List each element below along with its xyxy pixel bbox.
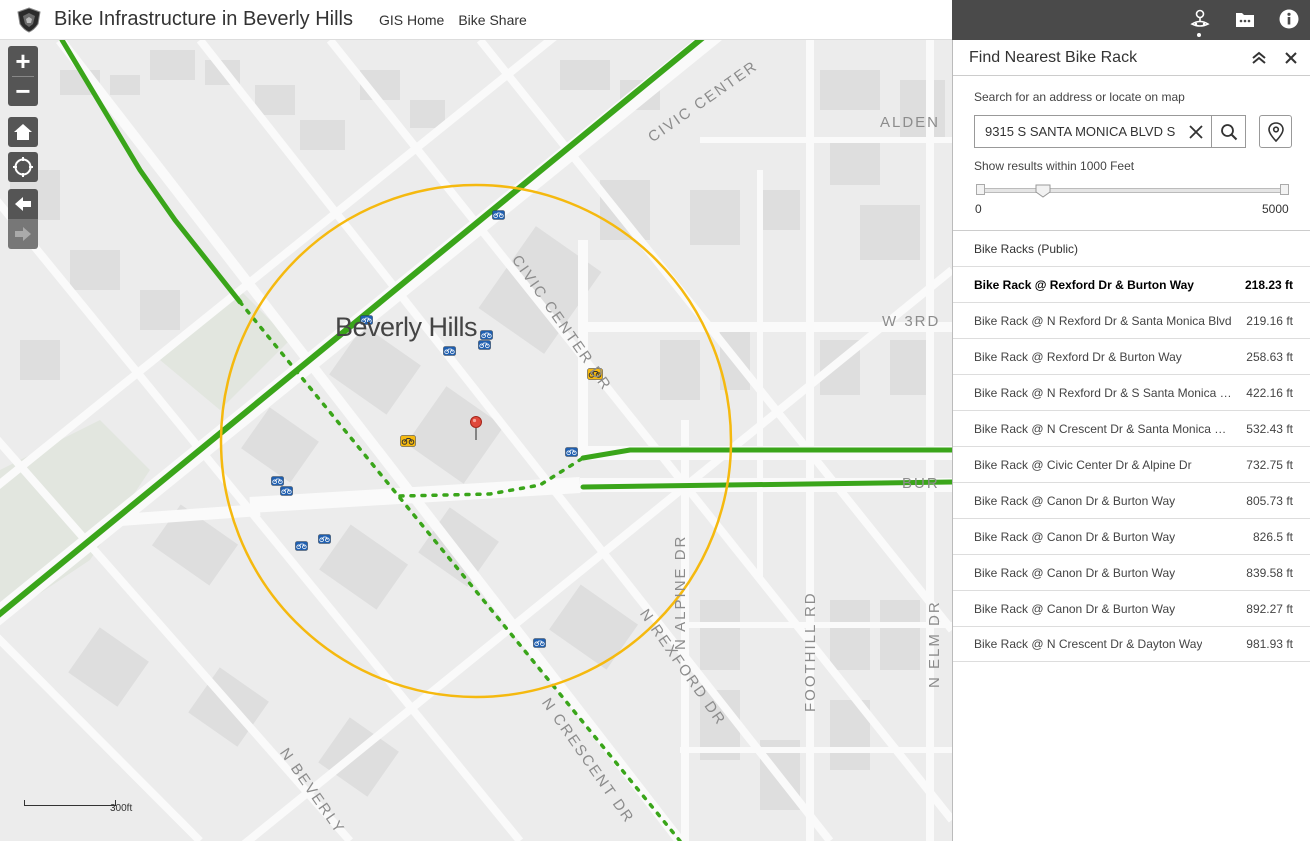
results-list: Bike Rack @ Rexford Dr & Burton Way 218.2… (953, 266, 1310, 662)
result-distance: 981.93 ft (1246, 637, 1293, 651)
search-icon (1220, 123, 1237, 140)
map-view[interactable]: Beverly Hills CIVIC CENTER ALDEN CIVIC C… (0, 40, 952, 841)
crosshair-icon (13, 157, 33, 177)
result-distance: 826.5 ft (1252, 529, 1293, 544)
clear-search-button[interactable] (1181, 116, 1211, 147)
bike-share-station-icon[interactable] (400, 435, 416, 447)
result-name: Bike Rack @ Canon Dr & Burton Way (974, 601, 1176, 616)
panel-title: Find Nearest Bike Rack (969, 48, 1138, 66)
bike-rack-icon[interactable] (532, 637, 546, 649)
search-instruction: Search for an address or locate on map (974, 90, 1185, 104)
result-row[interactable]: Bike Rack @ Canon Dr & Burton Way 826.5 f… (953, 518, 1310, 554)
app-header: Bike Infrastructure in Beverly Hills GIS… (0, 0, 952, 40)
result-name: Bike Rack @ Canon Dr & Burton Way (974, 565, 1176, 580)
slider-right-cap (1280, 184, 1289, 195)
result-name: Bike Rack @ Civic Center Dr & Alpine Dr (974, 457, 1192, 472)
result-distance: 258.63 ft (1246, 349, 1293, 364)
bike-rack-icon[interactable] (317, 533, 331, 545)
info-icon[interactable] (1276, 6, 1302, 32)
street-label-burton: BUR (902, 475, 940, 492)
arrow-right-icon (15, 227, 31, 241)
city-label: Beverly Hills (335, 312, 478, 342)
result-distance: 839.58 ft (1246, 565, 1293, 580)
street-label-n-alpine: N ALPINE DR (672, 534, 689, 650)
more-icon[interactable] (1232, 6, 1258, 32)
home-button[interactable] (8, 117, 38, 147)
arrow-left-icon (15, 197, 31, 211)
result-row[interactable]: Bike Rack @ N Crescent Dr & Dayton Way 98… (953, 626, 1310, 662)
collapse-chevrons-icon[interactable] (1250, 49, 1268, 67)
bike-rack-icon[interactable] (491, 209, 505, 221)
locate-button[interactable] (8, 152, 38, 182)
bike-rack-icon[interactable] (279, 485, 293, 497)
gis-home-link[interactable]: GIS Home (379, 12, 444, 28)
result-name: Bike Rack @ N Crescent Dr & Dayton Way (974, 637, 1203, 651)
next-extent-button[interactable] (8, 219, 38, 249)
result-distance: 805.73 ft (1246, 493, 1293, 508)
result-name: Bike Rack @ N Crescent Dr & Santa Monica… (974, 421, 1232, 436)
distance-slider-track[interactable] (977, 188, 1285, 193)
result-name: Bike Rack @ Canon Dr & Burton Way (974, 529, 1176, 544)
result-row[interactable]: Bike Rack @ Canon Dr & Burton Way 892.27 … (953, 590, 1310, 626)
result-name: Bike Rack @ Canon Dr & Burton Way (974, 493, 1176, 508)
slider-min-label: 0 (975, 202, 982, 216)
zoom-control: + − (8, 46, 38, 106)
bike-rack-icon[interactable] (442, 345, 456, 357)
result-name: Bike Rack @ N Rexford Dr & Santa Monica … (974, 313, 1232, 328)
scale-bar (24, 800, 116, 806)
address-search-input[interactable] (975, 116, 1181, 147)
result-name: Bike Rack @ Rexford Dr & Burton Way (974, 349, 1182, 364)
distance-slider-thumb[interactable] (1035, 184, 1051, 198)
result-row[interactable]: Bike Rack @ Rexford Dr & Burton Way 258.6… (953, 338, 1310, 374)
result-row[interactable]: Bike Rack @ Canon Dr & Burton Way 839.58 … (953, 554, 1310, 590)
results-layer-title: Bike Racks (Public) (953, 230, 1310, 267)
widget-toolbar (952, 0, 1310, 40)
result-name: Bike Rack @ Rexford Dr & Burton Way (974, 277, 1194, 292)
result-row[interactable]: Bike Rack @ Canon Dr & Burton Way 805.73 … (953, 482, 1310, 518)
map-pin-icon (1267, 121, 1284, 142)
result-distance: 532.43 ft (1246, 421, 1293, 436)
bike-rack-icon[interactable] (294, 540, 308, 552)
basemap (0, 40, 952, 841)
slider-left-cap (976, 184, 985, 195)
home-icon (14, 124, 32, 140)
zoom-in-button[interactable]: + (8, 46, 38, 76)
zoom-out-button[interactable]: − (8, 76, 38, 106)
clear-icon (1189, 124, 1203, 139)
panel-header: Find Nearest Bike Rack (953, 40, 1310, 76)
result-row[interactable]: Bike Rack @ Rexford Dr & Burton Way 218.2… (953, 266, 1310, 302)
result-row[interactable]: Bike Rack @ N Rexford Dr & S Santa Monic… (953, 374, 1310, 410)
search-button[interactable] (1211, 116, 1245, 147)
street-label-alden: ALDEN (880, 114, 941, 131)
result-row[interactable]: Bike Rack @ N Rexford Dr & Santa Monica … (953, 302, 1310, 338)
street-label-foothill: FOOTHILL RD (802, 591, 819, 712)
locate-on-map-button[interactable] (1259, 115, 1292, 148)
bike-rack-icon[interactable] (564, 446, 578, 458)
result-distance: 892.27 ft (1246, 601, 1293, 616)
result-distance: 732.75 ft (1246, 457, 1293, 472)
find-bike-rack-panel: Find Nearest Bike Rack Search for an add… (952, 40, 1310, 841)
result-distance: 219.16 ft (1246, 313, 1293, 328)
street-label-n-elm: N ELM DR (926, 600, 943, 688)
close-icon[interactable] (1282, 49, 1300, 67)
slider-max-label: 5000 (1262, 202, 1289, 216)
bike-rack-icon[interactable] (477, 339, 491, 351)
app-title: Bike Infrastructure in Beverly Hills (54, 8, 353, 30)
scale-label: 300ft (110, 803, 133, 814)
previous-extent-button[interactable] (8, 189, 38, 219)
result-name: Bike Rack @ N Rexford Dr & S Santa Monic… (974, 385, 1232, 400)
street-label-w3rd: W 3RD (882, 313, 941, 330)
distance-label: Show results within 1000 Feet (974, 159, 1135, 173)
result-distance: 422.16 ft (1246, 385, 1293, 400)
result-row[interactable]: Bike Rack @ Civic Center Dr & Alpine Dr 7… (953, 446, 1310, 482)
active-tool-indicator (1197, 33, 1201, 37)
directions-icon[interactable] (1187, 6, 1213, 32)
result-distance: 218.23 ft (1244, 277, 1293, 292)
city-seal-logo (17, 6, 41, 33)
search-box (974, 115, 1246, 148)
bike-share-link[interactable]: Bike Share (458, 12, 526, 28)
result-row[interactable]: Bike Rack @ N Crescent Dr & Santa Monica… (953, 410, 1310, 446)
